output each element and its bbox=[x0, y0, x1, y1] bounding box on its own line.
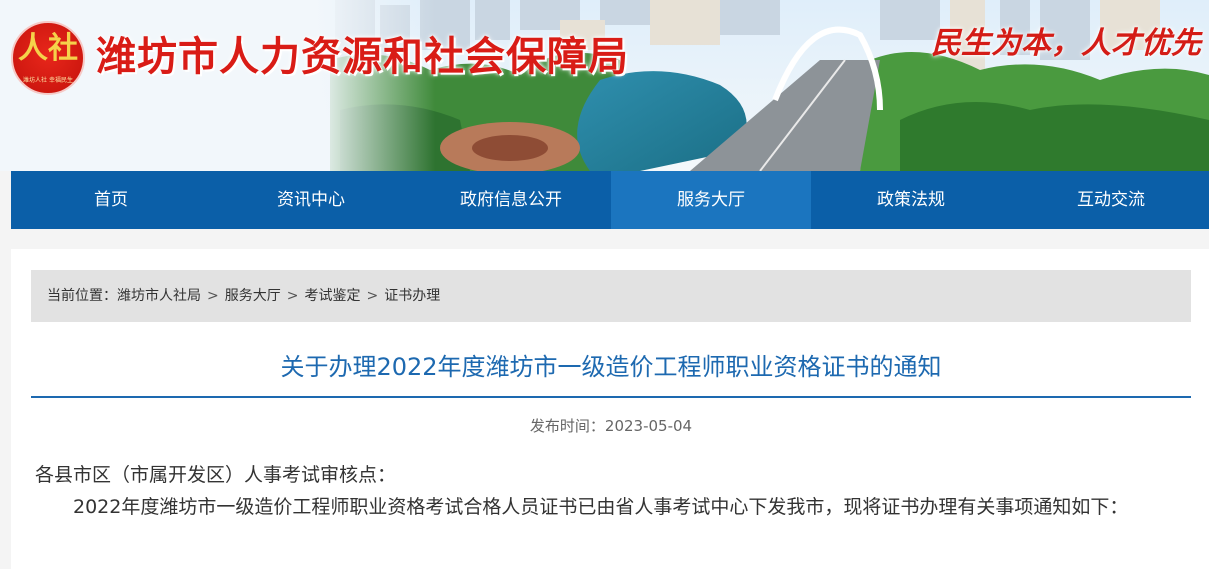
bureau-logo[interactable]: 人社 潍坊人社 幸福民生 bbox=[11, 21, 85, 95]
article-paragraph: 2022年度潍坊市一级造价工程师职业资格考试合格人员证书已由省人事考试中心下发我… bbox=[73, 496, 1129, 518]
main-nav: 首页 资讯中心 政府信息公开 服务大厅 政策法规 互动交流 bbox=[11, 171, 1209, 229]
nav-policies[interactable]: 政策法规 bbox=[811, 171, 1011, 229]
article-body: 各县市区（市属开发区）人事考试审核点： 2022年度潍坊市一级造价工程师职业资格… bbox=[35, 459, 1193, 523]
breadcrumb-separator: > bbox=[207, 288, 219, 304]
breadcrumb-separator: > bbox=[366, 288, 379, 304]
publish-label: 发布时间： bbox=[529, 417, 605, 435]
nav-news-center[interactable]: 资讯中心 bbox=[211, 171, 411, 229]
logo-mark: 人社 bbox=[18, 31, 78, 66]
title-divider bbox=[31, 396, 1191, 398]
article-title: 关于办理2022年度潍坊市一级造价工程师职业资格证书的通知 bbox=[280, 353, 942, 381]
nav-service-hall[interactable]: 服务大厅 bbox=[611, 171, 811, 229]
breadcrumb: 当前位置：潍坊市人社局 > 服务大厅 > 考试鉴定 > 证书办理 bbox=[31, 270, 1191, 322]
breadcrumb-link-service-hall[interactable]: 服务大厅 bbox=[225, 288, 281, 304]
header-banner: 人社 潍坊人社 幸福民生 潍坊市人力资源和社会保障局 民生为本，人才优先 bbox=[0, 0, 1209, 171]
article-salutation: 各县市区（市属开发区）人事考试审核点： bbox=[35, 464, 397, 486]
nav-home[interactable]: 首页 bbox=[11, 171, 211, 229]
nav-interaction[interactable]: 互动交流 bbox=[1011, 171, 1209, 229]
breadcrumb-link-home[interactable]: 潍坊市人社局 bbox=[117, 288, 201, 304]
breadcrumb-link-certificate[interactable]: 证书办理 bbox=[384, 288, 440, 304]
site-title: 潍坊市人力资源和社会保障局 bbox=[96, 33, 629, 80]
slogan: 民生为本，人才优先 bbox=[931, 26, 1201, 61]
publish-meta: 发布时间：2023-05-04 bbox=[31, 414, 1191, 438]
nav-gov-info[interactable]: 政府信息公开 bbox=[411, 171, 611, 229]
breadcrumb-prefix: 当前位置： bbox=[47, 288, 117, 304]
publish-date: 2023-05-04 bbox=[604, 417, 693, 435]
breadcrumb-link-exam[interactable]: 考试鉴定 bbox=[304, 288, 360, 304]
article-container: 当前位置：潍坊市人社局 > 服务大厅 > 考试鉴定 > 证书办理 关于办理2022年度潍坊市… bbox=[11, 249, 1209, 569]
logo-caption: 潍坊人社 幸福民生 bbox=[23, 77, 73, 84]
breadcrumb-separator: > bbox=[286, 288, 299, 304]
